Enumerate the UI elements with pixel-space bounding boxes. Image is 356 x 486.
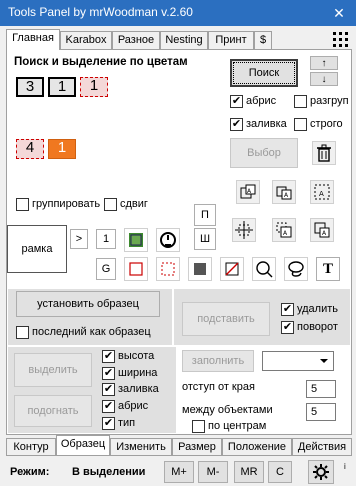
copy-overlap-icon[interactable]: A (272, 218, 296, 242)
copy-right-icon[interactable]: A (272, 180, 296, 204)
one-button[interactable]: 1 (96, 229, 116, 249)
tab-obrazec[interactable]: Образец (56, 435, 110, 456)
copy-export-icon[interactable]: A (236, 180, 260, 204)
zalivka-label: заливка (246, 118, 287, 130)
title-bar: Tools Panel by mrWoodman v.2.60 ✕ (0, 0, 356, 26)
color-count-orange[interactable]: 1 (48, 139, 76, 159)
dotted-square-icon[interactable] (156, 257, 180, 281)
fill-objects-button[interactable]: заполнить (182, 350, 254, 372)
filled-square-icon[interactable] (188, 257, 212, 281)
copy-down-icon[interactable]: A (310, 218, 334, 242)
fill-label: заливка (118, 383, 159, 395)
select-button[interactable]: Выбор (230, 138, 298, 168)
fit-button[interactable]: подогнать (14, 395, 92, 427)
fill-checkbox[interactable]: ✔ (102, 383, 115, 396)
window-title: Tools Panel by mrWoodman v.2.60 (8, 5, 193, 19)
width-label: ширина (118, 367, 158, 379)
mode-value: В выделении (72, 466, 146, 478)
substitute-button[interactable]: подставить (182, 302, 270, 336)
type-label: тип (118, 417, 136, 429)
red-square-icon[interactable] (124, 257, 148, 281)
group-checkbox[interactable] (16, 198, 29, 211)
strogo-checkbox[interactable] (294, 118, 307, 131)
group-label: группировать (32, 198, 101, 210)
close-button[interactable]: ✕ (322, 0, 356, 26)
next-button[interactable]: > (70, 229, 88, 249)
abris-checkbox[interactable]: ✔ (230, 95, 243, 108)
select-objects-button[interactable]: выделить (14, 353, 92, 387)
color-count-4[interactable]: 4 (16, 139, 44, 159)
chevron-down-icon (317, 352, 331, 370)
clear-button[interactable]: C (268, 461, 292, 483)
mode-label: Режим: (10, 466, 50, 478)
zalivka-checkbox[interactable]: ✔ (230, 118, 243, 131)
dotted-frame-icon[interactable]: A (310, 180, 334, 204)
fill-dropdown[interactable] (262, 351, 334, 371)
search-button[interactable]: Поиск (230, 59, 298, 87)
memory-recall-button[interactable]: MR (234, 461, 264, 483)
tab-polozhenie[interactable]: Положение (222, 438, 292, 456)
lasso-icon[interactable] (284, 257, 308, 281)
outline-checkbox[interactable]: ✔ (102, 400, 115, 413)
tab-dollar[interactable]: $ (254, 31, 272, 49)
shift-checkbox[interactable] (104, 198, 117, 211)
gauge-icon[interactable] (156, 228, 180, 252)
tab-karabox[interactable]: Karabox (60, 31, 112, 49)
delete-label: удалить (297, 303, 339, 315)
color-count-3[interactable]: 3 (16, 77, 44, 97)
tab-raznoe[interactable]: Разное (112, 31, 160, 49)
color-count-1a[interactable]: 1 (48, 77, 76, 97)
align-center-icon[interactable] (232, 218, 256, 242)
rotate-checkbox[interactable]: ✔ (281, 321, 294, 334)
lasso-circle-icon[interactable] (252, 257, 276, 281)
up-arrow-button[interactable]: ↑ (310, 56, 338, 70)
razgroup-checkbox[interactable] (294, 95, 307, 108)
text-tool-button[interactable]: T (316, 257, 340, 281)
tab-deistviya[interactable]: Действия (292, 438, 352, 456)
memory-minus-button[interactable]: M- (198, 461, 228, 483)
svg-text:A: A (319, 190, 324, 198)
tab-kontur[interactable]: Контур (6, 438, 56, 456)
shift-label: сдвиг (120, 198, 148, 210)
no-fill-icon[interactable] (220, 257, 244, 281)
color-count-1b[interactable]: 1 (80, 77, 108, 97)
memory-plus-button[interactable]: M+ (164, 461, 194, 483)
razgroup-label: разгруп (310, 95, 349, 107)
tab-print[interactable]: Принт (208, 31, 254, 49)
by-centers-checkbox[interactable] (192, 420, 205, 433)
edge-offset-label: отступ от края (182, 381, 255, 393)
by-centers-label: по центрам (208, 420, 267, 432)
edge-offset-input[interactable]: 5 (306, 380, 336, 398)
abris-label: абрис (246, 95, 277, 107)
tab-izmenit[interactable]: Изменить (110, 438, 172, 456)
set-sample-button[interactable]: установить образец (16, 291, 160, 317)
tab-glavnaya[interactable]: Главная (6, 29, 60, 50)
height-checkbox[interactable]: ✔ (102, 350, 115, 363)
height-label: высота (118, 350, 155, 362)
p-button[interactable]: П (194, 204, 216, 226)
last-as-sample-checkbox[interactable] (16, 326, 29, 339)
sh-button[interactable]: Ш (194, 228, 216, 250)
type-checkbox[interactable]: ✔ (102, 417, 115, 430)
info-small-icon[interactable]: i (344, 462, 346, 471)
last-as-sample-label: последний как образец (32, 326, 151, 338)
frame-button[interactable]: рамка (7, 225, 67, 273)
texture-icon[interactable] (124, 228, 148, 252)
tab-razmer[interactable]: Размер (172, 438, 222, 456)
rotate-label: поворот (297, 321, 338, 333)
outline-label: абрис (118, 400, 149, 412)
width-checkbox[interactable]: ✔ (102, 367, 115, 380)
delete-checkbox[interactable]: ✔ (281, 303, 294, 316)
strogo-label: строго (310, 118, 343, 130)
down-arrow-button[interactable]: ↓ (310, 72, 338, 86)
trash-icon[interactable] (312, 141, 336, 165)
between-objects-input[interactable]: 5 (306, 403, 336, 421)
grid-menu-icon[interactable] (330, 29, 352, 51)
color-search-heading: Поиск и выделение по цветам (14, 56, 188, 68)
tab-nesting[interactable]: Nesting (160, 31, 208, 49)
settings-gear-icon[interactable] (308, 460, 334, 484)
g-button[interactable]: G (96, 258, 116, 280)
between-objects-label: между объектами (182, 404, 273, 416)
